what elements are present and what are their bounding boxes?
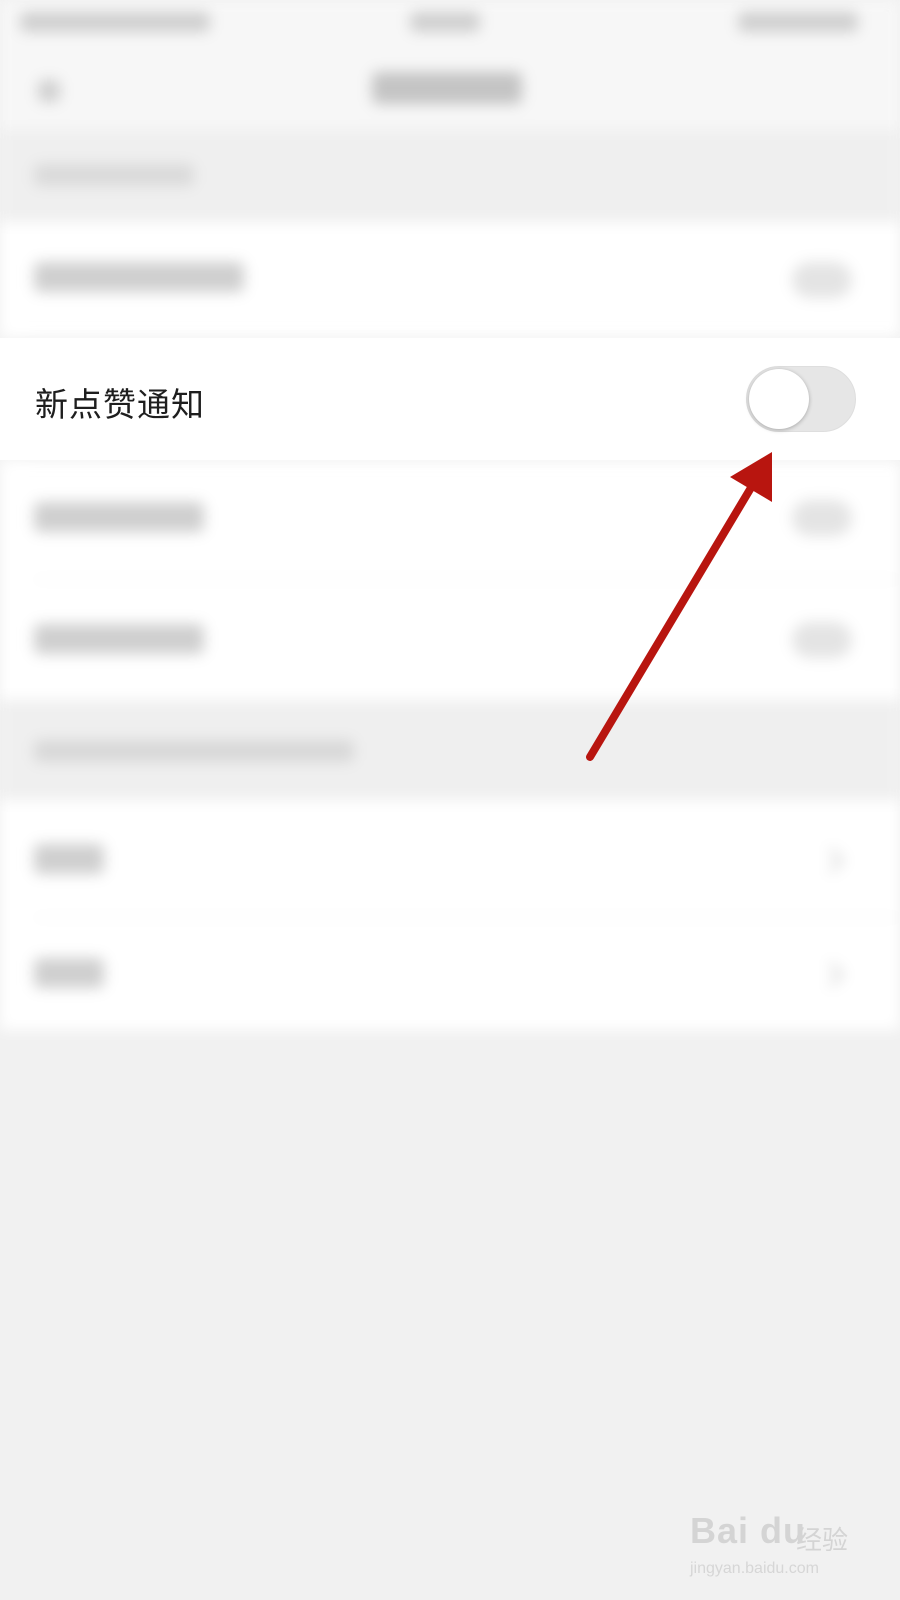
annotation-arrow-shaft bbox=[586, 472, 762, 761]
baidu-jingyan-watermark: Bai du 经验 jingyan.baidu.com bbox=[688, 1500, 858, 1590]
watermark-brand-suffix: 经验 bbox=[796, 1526, 849, 1556]
watermark-brand: Bai du bbox=[690, 1510, 807, 1551]
annotation-arrow bbox=[586, 452, 772, 761]
watermark-url: jingyan.baidu.com bbox=[690, 1560, 819, 1577]
